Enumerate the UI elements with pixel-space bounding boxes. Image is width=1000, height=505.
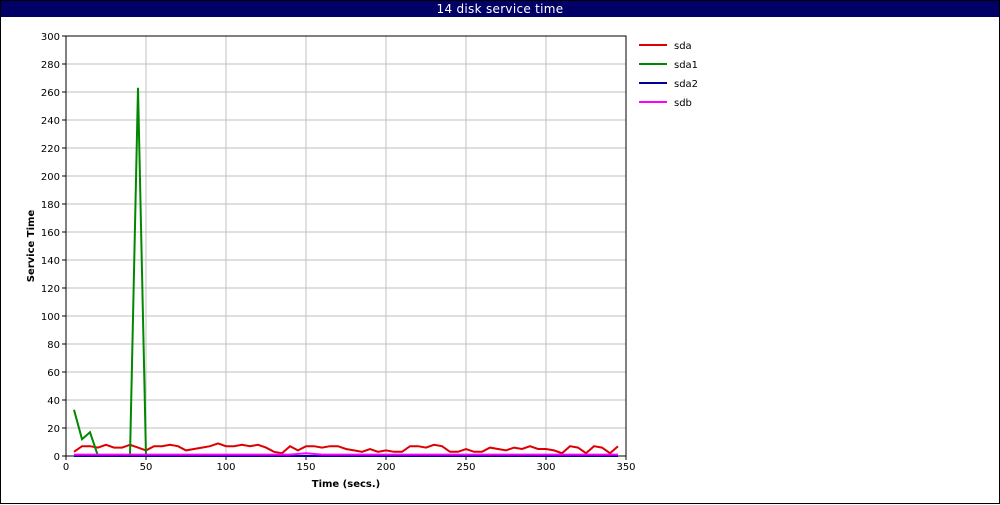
x-tick-label: 350 [616, 462, 635, 473]
legend-label-sda: sda [674, 41, 692, 52]
y-tick-label: 40 [47, 396, 60, 407]
y-tick-label: 300 [41, 32, 60, 43]
y-tick-label: 180 [41, 200, 60, 211]
x-tick-label: 250 [456, 462, 475, 473]
series-lines [73, 87, 619, 457]
series-line-sda1 [73, 87, 162, 457]
y-tick-label: 260 [41, 88, 60, 99]
y-tick-label: 200 [41, 172, 60, 183]
x-tick-label: 50 [140, 462, 153, 473]
series-line-sdb [74, 452, 618, 456]
plot-frame [65, 35, 627, 457]
y-tick-label: 160 [41, 228, 60, 239]
x-tick-label: 200 [376, 462, 395, 473]
y-tick-label: 120 [41, 284, 60, 295]
chart-window: 14 disk service time 0 20 40 60 80 100 120 140 1… [0, 0, 1000, 504]
x-tick-label: 300 [536, 462, 555, 473]
y-tick-label: 100 [41, 312, 60, 323]
legend-label-sda2: sda2 [674, 79, 698, 90]
y-tick-label: 240 [41, 116, 60, 127]
x-tick-label: 100 [216, 462, 235, 473]
x-tick-label: 0 [63, 462, 69, 473]
y-axis-label: Service Time [26, 210, 37, 283]
y-tick-label: 220 [41, 144, 60, 155]
legend-label-sda1: sda1 [674, 60, 698, 71]
x-axis-label: Time (secs.) [312, 479, 381, 490]
legend: sda sda1 sda2 sdb [639, 41, 698, 109]
legend-label-sdb: sdb [674, 98, 692, 109]
series-line-sda [73, 442, 619, 455]
grid-lines [66, 36, 626, 456]
y-tick-label: 280 [41, 60, 60, 71]
y-tick-label: 80 [47, 340, 60, 351]
y-tick-label: 60 [47, 368, 60, 379]
x-tick-label: 150 [296, 462, 315, 473]
x-axis-ticks: 0 50 100 150 200 250 300 350 [63, 456, 636, 473]
chart-area: 0 20 40 60 80 100 120 140 160 180 200 220 240 260 280 3… [26, 32, 698, 490]
y-tick-label: 0 [54, 452, 60, 463]
y-axis-ticks: 0 20 40 60 80 100 120 140 160 180 200 220 240 260 280 3… [41, 32, 66, 463]
y-tick-label: 20 [47, 424, 60, 435]
y-tick-label: 140 [41, 256, 60, 267]
